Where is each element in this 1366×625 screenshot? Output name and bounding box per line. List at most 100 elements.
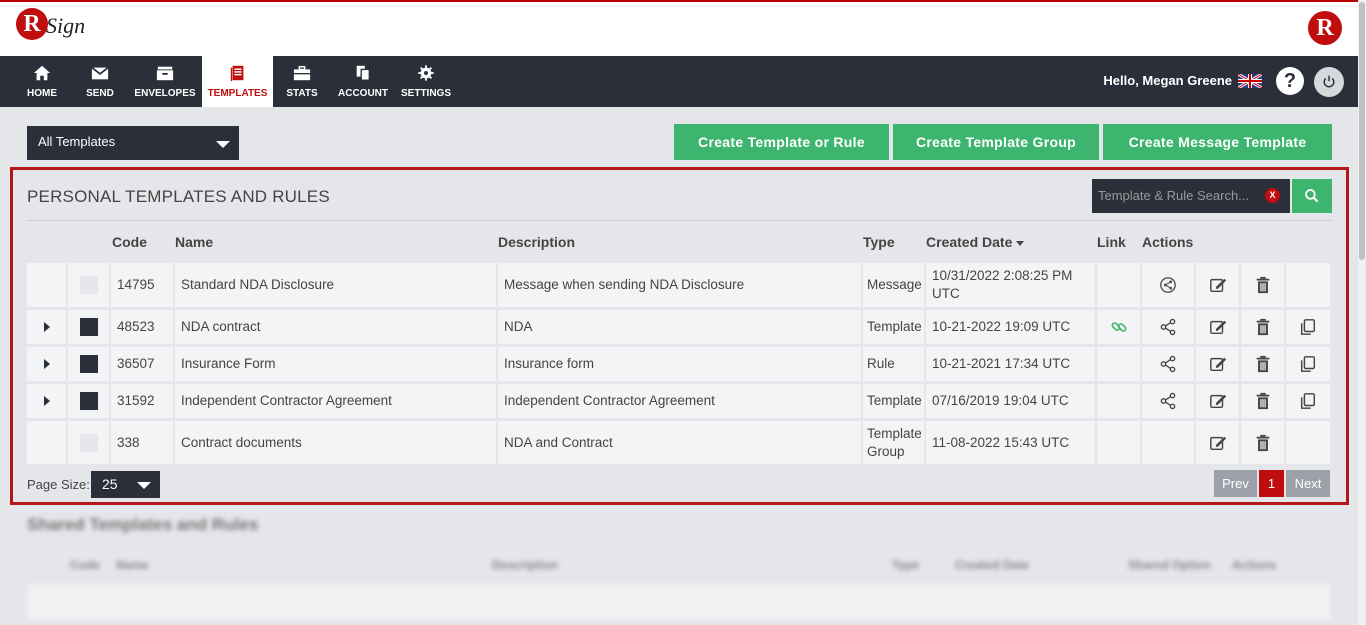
nav-home-label: HOME: [27, 88, 57, 99]
delete-icon[interactable]: [1241, 384, 1286, 418]
expand-row-button[interactable]: [27, 384, 68, 418]
column-header-code[interactable]: Code: [112, 234, 147, 250]
rsign-logo[interactable]: R Sign: [16, 8, 85, 40]
caret-right-icon: [43, 396, 50, 406]
page-scrollbar[interactable]: [1358, 0, 1366, 625]
envelope-icon: [91, 66, 109, 80]
create-template-group-button[interactable]: Create Template Group: [893, 124, 1099, 160]
create-template-button[interactable]: Create Template or Rule: [674, 124, 889, 160]
edit-icon[interactable]: [1196, 421, 1241, 464]
row-checkbox[interactable]: [79, 318, 98, 336]
nav-envelopes[interactable]: ENVELOPES: [134, 56, 196, 107]
created-date-label: Created Date: [926, 234, 1013, 250]
clear-search-icon[interactable]: X: [1265, 188, 1280, 203]
help-icon[interactable]: ?: [1276, 67, 1304, 95]
nav-templates-label: TEMPLATES: [207, 88, 268, 99]
template-filter-select[interactable]: All Templates: [27, 126, 239, 160]
row-description: NDA: [498, 310, 863, 344]
row-share: [1142, 421, 1196, 464]
row-type: Template: [863, 310, 926, 344]
page-size-value: 25: [102, 476, 118, 492]
nav-settings[interactable]: SETTINGS: [401, 56, 452, 107]
next-page-button[interactable]: Next: [1286, 470, 1330, 497]
row-type: Template: [863, 384, 926, 418]
create-message-template-button[interactable]: Create Message Template: [1103, 124, 1332, 160]
scrollbar-thumb[interactable]: [1359, 2, 1365, 260]
column-header-name[interactable]: Name: [175, 234, 213, 250]
nav-stats[interactable]: STATS: [282, 56, 322, 107]
share-icon[interactable]: [1142, 263, 1196, 307]
edit-icon[interactable]: [1196, 263, 1241, 307]
logo-word: Sign: [46, 13, 86, 38]
page-1-button[interactable]: 1: [1259, 470, 1284, 497]
company-logo: R: [1308, 11, 1342, 45]
select-cell: [68, 310, 111, 344]
delete-icon[interactable]: [1241, 421, 1286, 464]
expand-row-button[interactable]: [27, 310, 68, 344]
copy-cell: [1286, 421, 1330, 464]
shared-section-title: Shared Templates and Rules: [27, 515, 259, 534]
column-header-link: Link: [1097, 234, 1126, 250]
shared-col-option: Shared Option: [1128, 558, 1211, 572]
shared-col-actions: Actions: [1232, 558, 1277, 572]
row-name[interactable]: NDA contract: [175, 310, 498, 344]
search-button[interactable]: [1292, 179, 1332, 213]
column-header-created-date[interactable]: Created Date: [926, 234, 1025, 250]
row-checkbox[interactable]: [79, 355, 98, 373]
copy-icon[interactable]: [1286, 384, 1330, 418]
nav-account[interactable]: ACCOUNT: [336, 56, 390, 107]
column-header-description[interactable]: Description: [498, 234, 575, 250]
row-created: 07/16/2019 19:04 UTC: [926, 384, 1097, 418]
row-name[interactable]: Independent Contractor Agreement: [175, 384, 498, 418]
prev-page-button[interactable]: Prev: [1214, 470, 1257, 497]
nav-send[interactable]: SEND: [80, 56, 120, 107]
share-icon[interactable]: [1142, 384, 1196, 418]
row-name[interactable]: Insurance Form: [175, 347, 498, 381]
table-row: 36507 Insurance Form Insurance form Rule…: [27, 347, 1330, 381]
copy-icon[interactable]: [1286, 310, 1330, 344]
expand-row-button[interactable]: [27, 347, 68, 381]
row-checkbox: [79, 433, 98, 452]
row-name[interactable]: Contract documents: [175, 421, 498, 464]
document-icon: [230, 65, 243, 82]
edit-icon[interactable]: [1196, 310, 1241, 344]
nav-templates[interactable]: TEMPLATES: [202, 56, 273, 107]
gear-icon: [418, 65, 434, 81]
template-search-input[interactable]: Template & Rule Search... X: [1092, 179, 1290, 213]
search-icon: [1305, 189, 1319, 203]
row-checkbox[interactable]: [79, 392, 98, 410]
nav-envelopes-label: ENVELOPES: [134, 88, 196, 99]
select-cell: [68, 421, 111, 464]
delete-icon[interactable]: [1241, 263, 1286, 307]
delete-icon[interactable]: [1241, 347, 1286, 381]
share-icon[interactable]: [1142, 347, 1196, 381]
sort-desc-icon: [1016, 240, 1025, 246]
row-code: 14795: [111, 263, 175, 307]
share-icon[interactable]: [1142, 310, 1196, 344]
edit-icon[interactable]: [1196, 384, 1241, 418]
expand-cell: [27, 263, 68, 307]
row-link: [1097, 421, 1142, 464]
shared-col-description: Description: [492, 558, 559, 572]
shared-col-name: Name: [116, 558, 149, 572]
nav-settings-label: SETTINGS: [401, 88, 452, 99]
template-filter-value: All Templates: [38, 134, 116, 149]
select-cell: [68, 384, 111, 418]
row-link: [1097, 347, 1142, 381]
power-icon[interactable]: [1314, 67, 1344, 97]
page-size-select[interactable]: 25: [91, 471, 160, 498]
copy-icon[interactable]: [1286, 347, 1330, 381]
user-greeting[interactable]: Hello, Megan Greene: [1103, 73, 1232, 88]
delete-icon[interactable]: [1241, 310, 1286, 344]
column-header-type[interactable]: Type: [863, 234, 895, 250]
uk-flag-icon[interactable]: [1238, 74, 1262, 88]
edit-icon[interactable]: [1196, 347, 1241, 381]
row-link: [1097, 384, 1142, 418]
nav-send-label: SEND: [86, 88, 114, 99]
row-name[interactable]: Standard NDA Disclosure: [175, 263, 498, 307]
select-cell: [68, 263, 111, 307]
shared-col-code: Code: [70, 558, 100, 572]
nav-home[interactable]: HOME: [20, 56, 64, 107]
row-created: 10-21-2021 17:34 UTC: [926, 347, 1097, 381]
link-icon[interactable]: [1097, 310, 1142, 344]
